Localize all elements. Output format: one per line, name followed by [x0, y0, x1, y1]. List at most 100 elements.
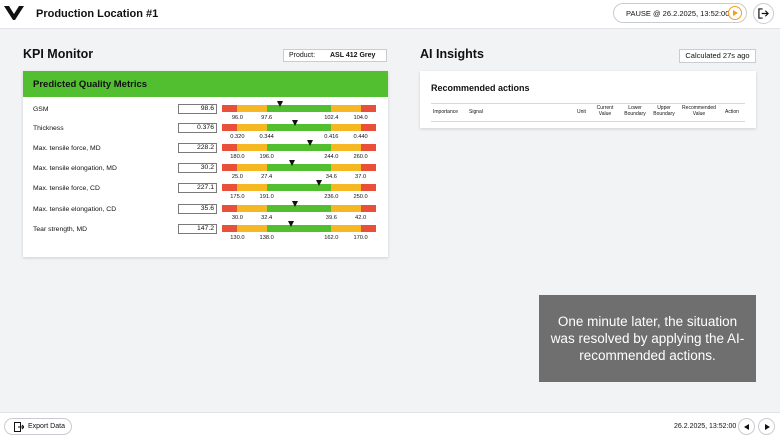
metric-name: Tear strength, MD — [33, 226, 88, 233]
metric-row: Max. tensile force, CD 227.1 175.0 191.0 236… — [23, 180, 388, 203]
gauge-segment — [331, 124, 361, 131]
gauge-tick-label: 25.0 — [231, 174, 243, 180]
metric-gauge: 96.0 97.6 102.4 104.0 — [222, 101, 376, 121]
gauge-tick-label: 236.0 — [324, 194, 339, 200]
quality-metrics-card: Predicted Quality Metrics GSM 98.6 96.0 97.… — [23, 71, 388, 257]
gauge-tick-label: 162.0 — [324, 235, 339, 241]
gauge-segment — [237, 105, 267, 112]
metric-name: Thickness — [33, 125, 64, 132]
gauge-marker — [288, 160, 295, 166]
caption-overlay: One minute later, the situation was reso… — [539, 295, 756, 382]
gauge-marker — [277, 101, 284, 107]
metric-value: 35.6 — [178, 204, 217, 214]
metric-gauge: 180.0 196.0 244.0 260.0 — [222, 140, 376, 160]
calculated-badge: Calculated 27s ago — [679, 49, 756, 63]
gauge-tick-label: 104.0 — [353, 115, 368, 121]
gauge-marker — [307, 140, 314, 146]
column-recommended-value[interactable]: Recommended Value — [680, 105, 718, 117]
gauge-tick-label: 0.344 — [259, 134, 274, 140]
gauge-segment — [360, 164, 376, 171]
logout-icon[interactable] — [753, 3, 774, 24]
metric-value: 0.376 — [178, 123, 217, 133]
metric-row: Thickness 0.376 0.320 0.344 0.416 0.440 — [23, 120, 388, 143]
recommended-actions-title: Recommended actions — [431, 83, 530, 93]
gauge-segment — [360, 205, 376, 212]
next-button[interactable] — [758, 418, 775, 435]
gauge-segment — [237, 184, 267, 191]
gauge-segment — [222, 164, 238, 171]
product-value: ASL 412 Grey — [330, 52, 376, 59]
gauge-segment — [222, 184, 238, 191]
column-unit[interactable]: Unit — [577, 109, 586, 116]
gauge-segment — [360, 105, 376, 112]
pause-status-pill[interactable]: PAUSE @ 26.2.2025, 13:52:00 — [613, 3, 747, 23]
play-icon[interactable] — [728, 6, 742, 20]
kpi-monitor-title: KPI Monitor — [23, 47, 94, 61]
gauge-segment — [360, 184, 376, 191]
logo-icon — [4, 6, 24, 20]
gauge-segment — [222, 205, 238, 212]
gauge-tick-label: 250.0 — [353, 194, 368, 200]
column-lower-boundary[interactable]: Lower Boundary — [623, 105, 647, 117]
gauge-tick-label: 260.0 — [353, 154, 368, 160]
gauge-segment — [266, 144, 332, 151]
metric-value: 98.6 — [178, 104, 217, 114]
caption-text: One minute later, the situation was reso… — [550, 314, 745, 363]
previous-button[interactable] — [738, 418, 755, 435]
gauge-segment — [222, 144, 238, 151]
gauge-marker — [315, 180, 322, 186]
metric-value: 30.2 — [178, 163, 217, 173]
current-timestamp: 26.2.2025, 13:52:00 — [674, 423, 737, 430]
ai-insights-title: AI Insights — [420, 47, 484, 61]
gauge-tick-label: 32.4 — [261, 215, 273, 221]
chevron-left-icon — [743, 423, 749, 430]
recommended-actions-card: Recommended actions Importance Signal Un… — [420, 71, 756, 128]
top-bar: Production Location #1 PAUSE @ 26.2.2025… — [0, 0, 780, 29]
gauge-tick-label: 191.0 — [259, 194, 274, 200]
gauge-segment — [237, 205, 267, 212]
metric-row: Tear strength, MD 147.2 130.0 138.0 162.0 170… — [23, 221, 388, 244]
gauge-tick-label: 0.320 — [230, 134, 245, 140]
recommended-actions-table-header: Importance Signal Unit Current Value Low… — [431, 103, 745, 122]
gauge-tick-label: 138.0 — [259, 235, 274, 241]
metric-value: 228.2 — [178, 143, 217, 153]
gauge-tick-label: 34.6 — [325, 174, 337, 180]
gauge-segment — [331, 105, 361, 112]
gauge-segment — [331, 184, 361, 191]
gauge-tick-label: 97.6 — [261, 115, 273, 121]
gauge-tick-label: 130.0 — [230, 235, 245, 241]
column-current-value[interactable]: Current Value — [595, 105, 615, 117]
gauge-segment — [266, 184, 332, 191]
gauge-tick-label: 175.0 — [230, 194, 245, 200]
column-importance[interactable]: Importance — [433, 109, 458, 116]
gauge-segment — [266, 205, 332, 212]
gauge-tick-label: 37.0 — [355, 174, 367, 180]
gauge-tick-label: 0.440 — [353, 134, 368, 140]
gauge-segment — [331, 225, 361, 232]
chevron-right-icon — [764, 423, 770, 430]
metric-row: Max. tensile elongation, MD 30.2 25.0 27.4 3… — [23, 160, 388, 183]
gauge-segment — [266, 124, 332, 131]
gauge-tick-label: 170.0 — [353, 235, 368, 241]
gauge-segment — [237, 164, 267, 171]
metric-value: 227.1 — [178, 183, 217, 193]
metric-name: Max. tensile force, MD — [33, 145, 101, 152]
metric-name: Max. tensile elongation, CD — [33, 206, 117, 213]
column-signal[interactable]: Signal — [469, 109, 483, 116]
gauge-tick-label: 196.0 — [259, 154, 274, 160]
product-selector[interactable]: Product: ASL 412 Grey — [283, 49, 387, 62]
column-action[interactable]: Action — [725, 109, 739, 116]
gauge-marker — [288, 221, 295, 227]
metric-gauge: 0.320 0.344 0.416 0.440 — [222, 120, 376, 140]
metric-row: GSM 98.6 96.0 97.6 102.4 104.0 — [23, 101, 388, 124]
metric-name: Max. tensile elongation, MD — [33, 165, 117, 172]
column-upper-boundary[interactable]: Upper Boundary — [652, 105, 676, 117]
gauge-segment — [237, 124, 267, 131]
gauge-marker — [292, 201, 299, 207]
gauge-segment — [222, 124, 238, 131]
product-label: Product: — [289, 52, 316, 59]
export-data-button[interactable]: Export Data — [4, 418, 72, 435]
pause-status-text: PAUSE @ 26.2.2025, 13:52:00 — [626, 9, 730, 18]
metric-row: Max. tensile elongation, CD 35.6 30.0 32.4 3… — [23, 201, 388, 224]
gauge-tick-label: 102.4 — [324, 115, 339, 121]
